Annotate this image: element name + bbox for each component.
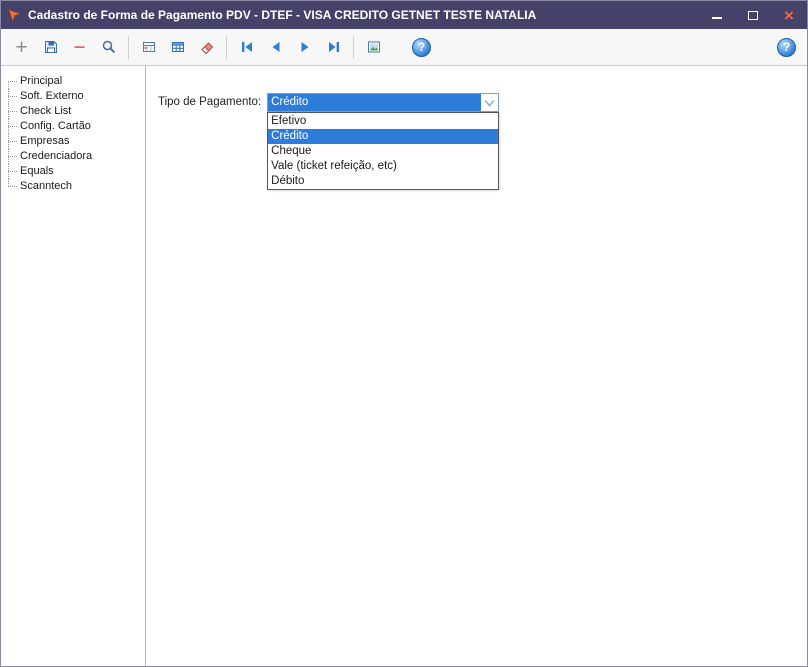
help-icon: ?	[777, 37, 796, 57]
eraser-icon	[200, 42, 213, 55]
close-button[interactable]: ×	[771, 1, 807, 29]
image-icon	[367, 41, 380, 53]
window-controls: ×	[699, 1, 807, 29]
window-title: Cadastro de Forma de Pagamento PDV - DTE…	[28, 8, 537, 22]
sidebar-tree: Principal Soft. Externo Check List Confi…	[6, 74, 145, 194]
sidebar-item-check-list[interactable]: Check List	[6, 104, 145, 119]
dropdown-option-efetivo[interactable]: Efetivo	[268, 114, 498, 129]
dropdown-option-vale[interactable]: Vale (ticket refeição, etc)	[268, 159, 498, 174]
nav-prev-button[interactable]	[262, 34, 289, 61]
last-record-icon	[328, 42, 339, 52]
sidebar-item-config-cartao[interactable]: Config. Cartão	[6, 119, 145, 134]
sidebar-item-equals[interactable]: Equals	[6, 164, 145, 179]
save-button[interactable]	[37, 34, 64, 61]
sidebar-item-scanntech[interactable]: Scanntech	[6, 179, 145, 194]
toolbar-separator	[353, 35, 354, 59]
add-button[interactable]: +	[8, 34, 35, 61]
main-content: Tipo de Pagamento: Crédito Efetivo Crédi…	[146, 66, 807, 666]
toolbar: + − ? ?	[1, 29, 807, 66]
app-window: Cadastro de Forma de Pagamento PDV - DTE…	[0, 0, 808, 667]
payment-type-row: Tipo de Pagamento: Crédito Efetivo Crédi…	[146, 66, 807, 190]
help-button[interactable]: ?	[408, 34, 435, 61]
dropdown-option-credito[interactable]: Crédito	[268, 129, 499, 144]
maximize-icon	[748, 10, 758, 20]
dropdown-option-cheque[interactable]: Cheque	[268, 144, 498, 159]
payment-type-combobox[interactable]: Crédito	[267, 93, 500, 112]
minimize-icon	[712, 17, 722, 19]
payment-type-combo-wrap: Crédito Efetivo Crédito Cheque Vale (tic…	[267, 93, 500, 190]
delete-button[interactable]: −	[66, 34, 93, 61]
keypad-icon	[142, 42, 155, 52]
nav-next-button[interactable]	[291, 34, 318, 61]
chevron-down-icon[interactable]	[481, 94, 499, 111]
close-icon: ×	[784, 5, 794, 25]
plus-icon: +	[15, 35, 28, 59]
nav-first-button[interactable]	[233, 34, 260, 61]
sidebar: Principal Soft. Externo Check List Confi…	[1, 66, 146, 666]
minus-icon: −	[73, 35, 86, 59]
sidebar-item-credenciadora[interactable]: Credenciadora	[6, 149, 145, 164]
toolbar-separator	[128, 35, 129, 59]
preview-button[interactable]	[360, 34, 387, 61]
sidebar-item-empresas[interactable]: Empresas	[6, 134, 145, 149]
search-button[interactable]	[95, 34, 122, 61]
next-record-icon	[301, 42, 308, 52]
payment-type-dropdown: Efetivo Crédito Cheque Vale (ticket refe…	[267, 112, 500, 190]
grid-button[interactable]	[164, 34, 191, 61]
sidebar-item-soft-externo[interactable]: Soft. Externo	[6, 89, 145, 104]
keypad-button[interactable]	[135, 34, 162, 61]
maximize-button[interactable]	[735, 1, 771, 29]
clear-button[interactable]	[193, 34, 220, 61]
search-icon	[102, 40, 115, 54]
table-icon	[171, 42, 184, 52]
combobox-value: Crédito	[268, 94, 482, 111]
save-icon	[44, 41, 57, 53]
minimize-button[interactable]	[699, 1, 735, 29]
sidebar-item-principal[interactable]: Principal	[6, 74, 145, 89]
help-icon: ?	[412, 37, 431, 57]
help-button-right[interactable]: ?	[773, 34, 800, 61]
app-icon	[8, 8, 21, 22]
previous-record-icon	[272, 42, 279, 52]
titlebar: Cadastro de Forma de Pagamento PDV - DTE…	[1, 1, 807, 29]
dropdown-option-debito[interactable]: Débito	[268, 174, 498, 189]
toolbar-separator	[226, 35, 227, 59]
nav-last-button[interactable]	[320, 34, 347, 61]
first-record-icon	[241, 42, 252, 52]
window-body: Principal Soft. Externo Check List Confi…	[1, 66, 807, 666]
payment-type-label: Tipo de Pagamento:	[158, 96, 262, 108]
